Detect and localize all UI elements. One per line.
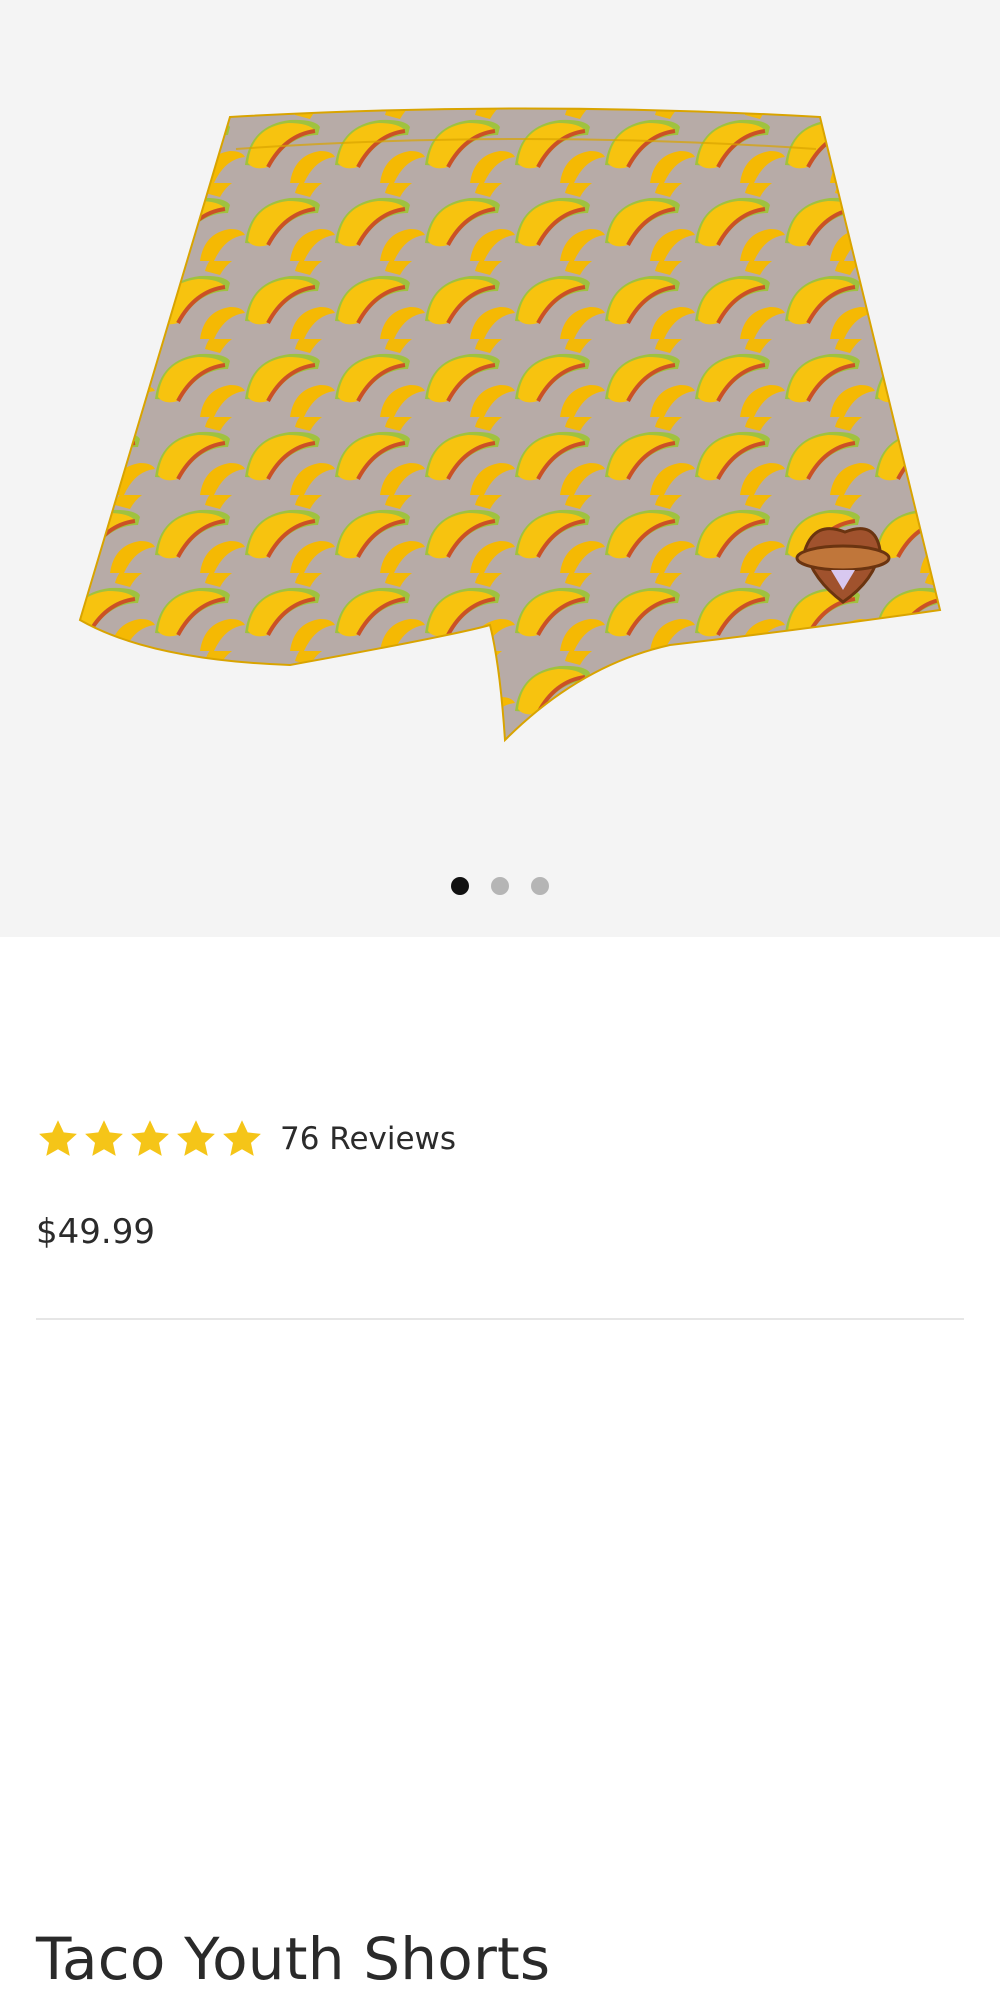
divider [36, 1318, 964, 1320]
star-rating [36, 1117, 264, 1161]
reviews-link[interactable]: 76 Reviews [280, 1121, 456, 1157]
star-icon [177, 1120, 215, 1156]
product-image[interactable] [60, 105, 960, 755]
carousel-dot-2[interactable] [491, 877, 509, 895]
carousel-dots [0, 877, 1000, 895]
star-icon [223, 1120, 261, 1156]
product-gallery[interactable] [0, 0, 1000, 937]
star-icon [131, 1120, 169, 1156]
product-price: $49.99 [36, 1212, 155, 1252]
carousel-dot-1[interactable] [451, 877, 469, 895]
product-info: Taco Youth Shorts [0, 937, 1000, 1999]
carousel-dot-3[interactable] [531, 877, 549, 895]
star-icon [39, 1120, 77, 1156]
star-icon [85, 1120, 123, 1156]
rating-row[interactable]: 76 Reviews [36, 1117, 456, 1161]
product-title: Taco Youth Shorts [36, 1925, 551, 1993]
